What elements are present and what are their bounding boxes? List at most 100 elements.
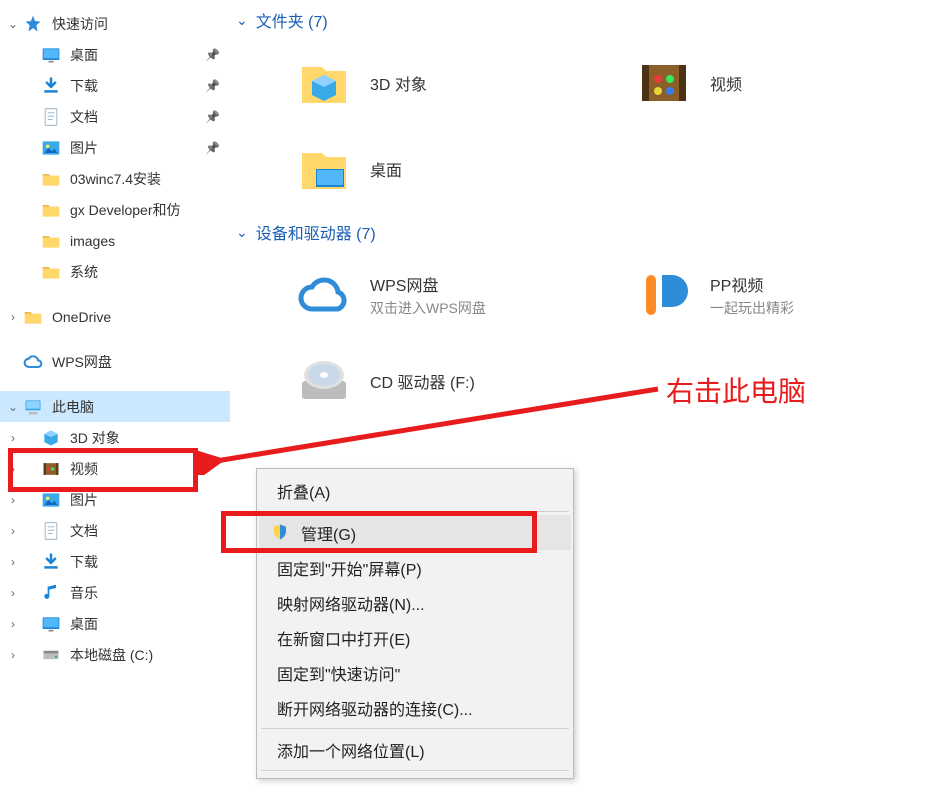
tree-item[interactable]: ›下载: [0, 546, 230, 577]
shield-icon: [271, 523, 291, 543]
chevron-placeholder: [6, 48, 20, 62]
menu-item[interactable]: 折叠(A): [259, 473, 571, 508]
menu-item-label: 管理(G): [301, 521, 356, 545]
menu-item[interactable]: 断开网络驱动器的连接(C)...: [259, 690, 571, 725]
device-item[interactable]: WPS网盘 双击进入WPS网盘: [236, 252, 576, 338]
device-title: WPS网盘: [370, 272, 486, 296]
pc-icon: [22, 396, 44, 418]
tree-item-label: 3D 对象: [70, 428, 230, 448]
tree-item-label: images: [70, 233, 230, 249]
tree-item[interactable]: 文档📌: [0, 101, 230, 132]
menu-separator: [261, 511, 569, 512]
folder-icon: [22, 306, 44, 328]
chevron-placeholder: [6, 203, 20, 217]
tree-item-label: 本地磁盘 (C:): [70, 645, 230, 665]
device-item[interactable]: PP视频 一起玩出精彩: [576, 252, 916, 338]
menu-separator: [261, 728, 569, 729]
chevron-placeholder: [6, 141, 20, 155]
tree-item[interactable]: images: [0, 225, 230, 256]
tree-item[interactable]: gx Developer和仿: [0, 194, 230, 225]
section-devices-header[interactable]: ⌄ 设备和驱动器 (7): [236, 218, 947, 246]
tree-item[interactable]: 桌面📌: [0, 39, 230, 70]
doc-icon: [40, 106, 62, 128]
tree-item-label: OneDrive: [52, 309, 230, 325]
tree-item[interactable]: 系统: [0, 256, 230, 287]
annotation-text: 右击此电脑: [666, 370, 806, 410]
tree-item-label: 下载: [70, 552, 230, 572]
tree-item[interactable]: WPS网盘: [0, 346, 230, 377]
tree-item[interactable]: ›图片: [0, 484, 230, 515]
tree-item-label: 图片: [70, 490, 230, 510]
folder-title: 3D 对象: [370, 71, 427, 95]
folder-title: 桌面: [370, 157, 402, 181]
tree-item[interactable]: ⌄快速访问: [0, 8, 230, 39]
chevron-down-icon: ⌄: [236, 12, 248, 29]
tree-item-label: 下载: [70, 76, 205, 96]
3d-big-icon: [296, 55, 352, 111]
tree-item-label: 视频: [70, 459, 230, 479]
folder-item[interactable]: 3D 对象: [236, 40, 576, 126]
devices-grid: WPS网盘 双击进入WPS网盘 PP视频 一起玩出精彩 CD 驱动器 (F:): [236, 252, 947, 424]
tree-item[interactable]: ›本地磁盘 (C:): [0, 639, 230, 670]
device-title: PP视频: [710, 272, 794, 296]
menu-separator: [261, 770, 569, 771]
doc-icon: [40, 520, 62, 542]
pin-icon: 📌: [205, 110, 220, 124]
cloud-icon: [22, 351, 44, 373]
menu-item[interactable]: 管理(G): [259, 515, 571, 550]
chevron-placeholder: [6, 79, 20, 93]
chevron-down-icon: ⌄: [236, 224, 248, 241]
section-devices-label: 设备和驱动器 (7): [256, 220, 376, 244]
tree-item-label: 图片: [70, 138, 205, 158]
section-folders-header[interactable]: ⌄ 文件夹 (7): [236, 6, 947, 34]
desktop-icon: [40, 613, 62, 635]
chevron-down-icon: ⌄: [6, 17, 20, 31]
tree-item-label: 桌面: [70, 614, 230, 634]
chevron-placeholder: [6, 110, 20, 124]
chevron-right-icon: ›: [6, 431, 20, 445]
chevron-right-icon: ›: [6, 617, 20, 631]
menu-item[interactable]: 添加一个网络位置(L): [259, 732, 571, 767]
menu-item-label: 在新窗口中打开(E): [277, 626, 410, 650]
menu-item[interactable]: 固定到"快速访问": [259, 655, 571, 690]
tree-item[interactable]: › 视频: [0, 453, 230, 484]
tree-item[interactable]: › 桌面: [0, 608, 230, 639]
device-subtitle: 一起玩出精彩: [710, 298, 794, 318]
tree-item[interactable]: › 3D 对象: [0, 422, 230, 453]
music-icon: [40, 582, 62, 604]
disk-icon: [40, 644, 62, 666]
device-subtitle: 双击进入WPS网盘: [370, 298, 486, 318]
menu-item[interactable]: 映射网络驱动器(N)...: [259, 585, 571, 620]
tree-item[interactable]: › 文档: [0, 515, 230, 546]
desktop-big-icon: [296, 141, 352, 197]
tree-item[interactable]: 03winc7.4安装: [0, 163, 230, 194]
desktop-icon: [40, 44, 62, 66]
chevron-placeholder: [6, 172, 20, 186]
tree-item[interactable]: ›音乐: [0, 577, 230, 608]
tree-item[interactable]: 下载📌: [0, 70, 230, 101]
tree-item-label: 音乐: [70, 583, 230, 603]
chevron-right-icon: ›: [6, 462, 20, 476]
menu-item-label: 固定到"开始"屏幕(P): [277, 556, 422, 580]
pin-icon: 📌: [205, 141, 220, 155]
tree-item-label: 文档: [70, 521, 230, 541]
menu-item[interactable]: 在新窗口中打开(E): [259, 620, 571, 655]
tree-item[interactable]: › OneDrive: [0, 301, 230, 332]
device-item[interactable]: CD 驱动器 (F:): [236, 338, 576, 424]
pictures-icon: [40, 489, 62, 511]
folder-item[interactable]: 视频: [576, 40, 916, 126]
chevron-right-icon: ›: [6, 524, 20, 538]
folder-icon: [40, 261, 62, 283]
folder-item[interactable]: 桌面: [236, 126, 576, 212]
tree-item[interactable]: 图片📌: [0, 132, 230, 163]
tree-item[interactable]: ⌄此电脑: [0, 391, 230, 422]
menu-item-label: 添加一个网络位置(L): [277, 738, 425, 762]
menu-item[interactable]: 固定到"开始"屏幕(P): [259, 550, 571, 585]
folders-grid: 3D 对象 视频 桌面: [236, 40, 947, 212]
tree-item-label: 文档: [70, 107, 205, 127]
folder-title: 视频: [710, 71, 742, 95]
navigation-tree: ⌄快速访问桌面📌下载📌文档📌图片📌03winc7.4安装gx Developer…: [0, 0, 230, 791]
pictures-icon: [40, 137, 62, 159]
chevron-right-icon: ›: [6, 310, 20, 324]
folder-icon: [40, 199, 62, 221]
